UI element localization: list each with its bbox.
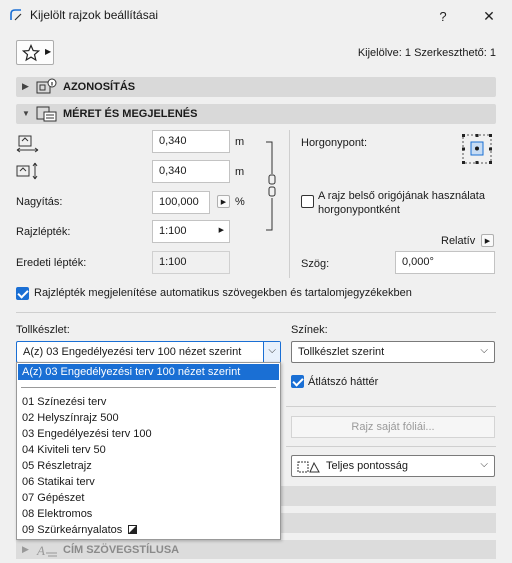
angle-label: Szög: bbox=[301, 258, 330, 270]
zoom-label: Nagyítás: bbox=[16, 196, 63, 208]
divider bbox=[286, 446, 496, 447]
penset-dropdown[interactable]: A(z) 03 Engedélyezési terv 100 nézet sze… bbox=[16, 341, 281, 363]
height-input[interactable]: 0,340 bbox=[152, 160, 230, 183]
penset-option-label: 09 Szürkeárnyalatos bbox=[22, 524, 123, 536]
caret-right-icon: ▶ bbox=[220, 198, 227, 206]
divider bbox=[16, 312, 496, 313]
penset-option[interactable]: 05 Részletrajz bbox=[18, 458, 279, 474]
penset-selected-value: A(z) 03 Engedélyezési terv 100 nézet sze… bbox=[23, 346, 242, 358]
transparent-background-label: Átlátszó háttér bbox=[308, 376, 379, 388]
penset-option-grayscale[interactable]: 09 Szürkeárnyalatos bbox=[18, 522, 279, 538]
star-icon bbox=[22, 44, 40, 62]
penset-option[interactable]: 08 Elektromos bbox=[18, 506, 279, 522]
grayscale-icon bbox=[128, 525, 138, 534]
panel-header-size[interactable]: ▼ MÉRET ÉS MEGJELENÉS bbox=[16, 104, 496, 124]
drawing-layers-button[interactable]: Rajz saját fóliái... bbox=[291, 416, 495, 438]
anchor-point-grid-icon[interactable] bbox=[461, 133, 493, 165]
use-origin-label-line1: A rajz belső origójának használata bbox=[318, 190, 485, 202]
caret-right-icon: ▶ bbox=[484, 237, 491, 245]
selection-info: Kijelölve: 1 Szerkeszthető: 1 bbox=[357, 47, 496, 59]
panel-title: CÍM SZÖVEGSTÍLUSA bbox=[63, 544, 180, 556]
original-scale-value: 1:100 bbox=[152, 251, 230, 274]
height-unit: m bbox=[235, 166, 245, 178]
colors-dropdown[interactable]: Tollkészlet szerint ⌵ bbox=[291, 341, 495, 363]
close-button[interactable]: ✕ bbox=[466, 0, 512, 32]
zoom-input[interactable]: 100,000 bbox=[152, 191, 210, 214]
auto-scale-checkbox[interactable] bbox=[16, 287, 29, 300]
id-info-icon bbox=[36, 78, 57, 94]
penset-option[interactable]: 01 Színezési terv bbox=[18, 394, 279, 410]
caret-right-icon: ▶ bbox=[45, 47, 52, 56]
scale-label: Rajzlépték: bbox=[16, 226, 71, 238]
window-title: Kijelölt rajzok beállításai bbox=[30, 8, 159, 22]
penset-option[interactable]: 02 Helyszínrajz 500 bbox=[18, 410, 279, 426]
caret-right-icon: ▶ bbox=[218, 227, 224, 234]
use-origin-checkbox[interactable] bbox=[301, 195, 314, 208]
penset-option[interactable]: 04 Kiviteli terv 50 bbox=[18, 442, 279, 458]
precision-icon bbox=[297, 461, 320, 473]
relative-menu-button[interactable]: ▶ bbox=[481, 234, 494, 247]
collapse-arrow-icon: ▼ bbox=[22, 109, 30, 118]
panel-title: AZONOSÍTÁS bbox=[63, 81, 136, 93]
zoom-unit: % bbox=[235, 196, 245, 208]
chevron-down-icon: ⌵ bbox=[480, 345, 488, 356]
title-bar: Kijelölt rajzok beállításai ? ✕ bbox=[0, 0, 512, 32]
anchor-label: Horgonypont: bbox=[301, 137, 368, 149]
divider bbox=[286, 406, 496, 407]
penset-option-current[interactable]: A(z) 03 Engedélyezési terv 100 nézet sze… bbox=[18, 364, 279, 380]
svg-text:A: A bbox=[36, 543, 45, 558]
expand-arrow-icon: ▶ bbox=[22, 81, 29, 91]
width-unit: m bbox=[235, 136, 245, 148]
chevron-down-icon: ⌵ bbox=[480, 459, 488, 470]
favorites-button[interactable]: ▶ bbox=[16, 40, 54, 65]
use-origin-label-line2: horgonypontként bbox=[318, 204, 400, 216]
height-icon bbox=[16, 162, 38, 180]
panel-header-identification[interactable]: ▶ AZONOSÍTÁS bbox=[16, 77, 496, 97]
chain-link-icon[interactable] bbox=[264, 140, 278, 232]
panel-title: MÉRET ÉS MEGJELENÉS bbox=[63, 108, 198, 120]
width-icon bbox=[16, 135, 39, 153]
width-input[interactable]: 0,340 bbox=[152, 130, 230, 153]
scale-value: 1:100 bbox=[159, 225, 187, 237]
expand-arrow-icon: ▶ bbox=[22, 544, 29, 554]
divider bbox=[289, 130, 290, 278]
zoom-menu-button[interactable]: ▶ bbox=[217, 195, 230, 208]
penset-option[interactable]: 06 Statikai terv bbox=[18, 474, 279, 490]
precision-selected-value: Teljes pontosság bbox=[326, 460, 408, 472]
divider bbox=[21, 387, 276, 388]
auto-scale-label: Rajzlépték megjelenítése automatikus szö… bbox=[34, 287, 412, 299]
panel-header-title-text-style[interactable]: ▶ A CÍM SZÖVEGSTÍLUSA bbox=[16, 540, 496, 559]
angle-input[interactable]: 0,000° bbox=[395, 251, 495, 274]
penset-option[interactable]: 03 Engedélyezési terv 100 bbox=[18, 426, 279, 442]
penset-option[interactable]: 07 Gépészet bbox=[18, 490, 279, 506]
colors-label: Színek: bbox=[291, 324, 328, 336]
precision-dropdown[interactable]: Teljes pontosság ⌵ bbox=[291, 455, 495, 477]
title-style-icon: A bbox=[36, 543, 57, 558]
colors-selected-value: Tollkészlet szerint bbox=[298, 346, 385, 358]
size-appearance-icon bbox=[36, 106, 57, 122]
original-scale-label: Eredeti lépték: bbox=[16, 257, 87, 269]
relative-label: Relatív bbox=[441, 235, 476, 247]
transparent-background-checkbox[interactable] bbox=[291, 375, 304, 388]
scale-select[interactable]: 1:100 ▶ bbox=[152, 220, 230, 243]
help-button[interactable]: ? bbox=[420, 0, 466, 32]
penset-dropdown-list: A(z) 03 Engedélyezési terv 100 nézet sze… bbox=[16, 362, 281, 540]
chevron-down-icon: ⌵ bbox=[268, 345, 276, 356]
penset-label: Tollkészlet: bbox=[16, 324, 70, 336]
app-drawing-icon bbox=[10, 9, 22, 21]
